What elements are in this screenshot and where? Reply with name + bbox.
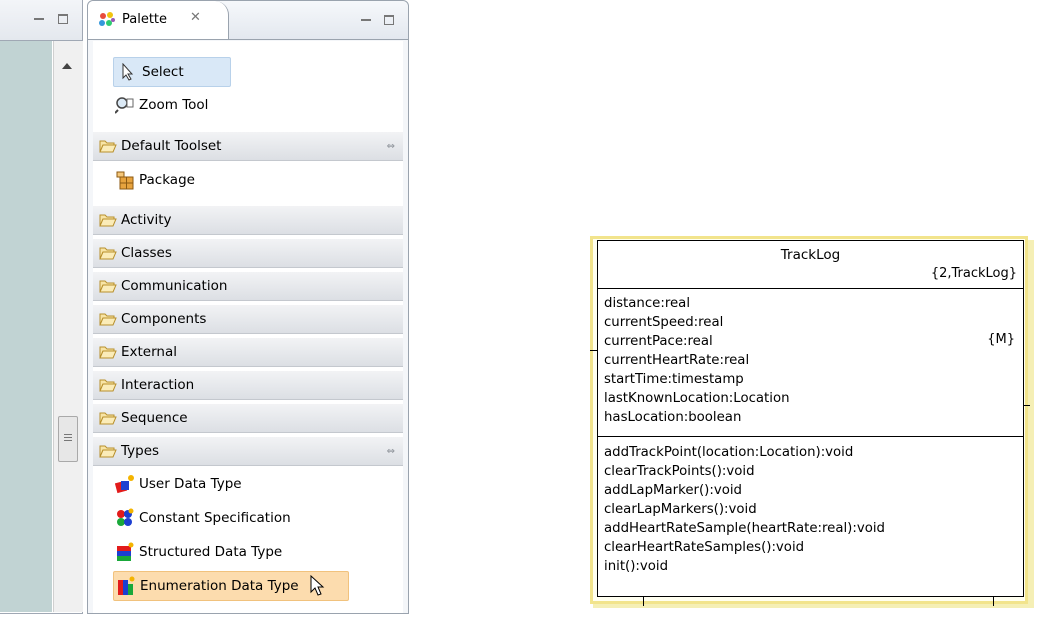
palette-view-header: Palette ✕ xyxy=(88,1,408,40)
folder-open-icon xyxy=(99,346,117,359)
drawer-label: Activity xyxy=(121,212,172,228)
drawer-label: Interaction xyxy=(121,377,195,393)
folder-open-icon xyxy=(99,247,117,260)
uml-operation: init():void xyxy=(604,559,669,574)
folder-open-icon xyxy=(99,280,117,293)
zoom-tool[interactable]: Zoom Tool xyxy=(115,90,208,120)
editor-tabbar xyxy=(0,0,82,41)
uml-operations: addTrackPoint(location:Location):void cl… xyxy=(604,443,885,576)
drawer-types[interactable]: Types ⇔ xyxy=(93,436,403,466)
drawer-external[interactable]: External xyxy=(93,337,403,367)
collapse-arrows-icon[interactable]: ⇔ xyxy=(387,446,395,457)
minimize-icon[interactable] xyxy=(34,18,44,22)
folder-open-icon xyxy=(99,313,117,326)
uml-divider xyxy=(598,436,1023,437)
collapse-arrows-icon[interactable]: ⇔ xyxy=(387,141,395,152)
drawer-classes[interactable]: Classes xyxy=(93,238,403,268)
drawer-label: Sequence xyxy=(121,410,188,426)
drawer-label: Types xyxy=(121,443,160,459)
drawer-label: Components xyxy=(121,311,207,327)
constant-specification-icon xyxy=(115,508,135,528)
folder-open-icon xyxy=(99,445,117,458)
enumeration-data-type-tool[interactable]: Enumeration Data Type xyxy=(113,571,349,601)
connector-stub xyxy=(993,597,994,606)
uml-operation: clearHeartRateSamples():void xyxy=(604,540,805,555)
uml-attribute-marker: {M} xyxy=(987,332,1015,347)
uml-operation: addLapMarker():void xyxy=(604,483,742,498)
uml-class-name: TrackLog xyxy=(780,247,841,263)
package-tool-label: Package xyxy=(139,172,195,188)
package-icon xyxy=(115,170,135,190)
uml-divider xyxy=(598,288,1023,289)
maximize-icon[interactable] xyxy=(58,14,68,24)
uml-attribute: startTime:timestamp xyxy=(604,372,744,387)
drawer-interaction[interactable]: Interaction xyxy=(93,370,403,400)
diagram-canvas[interactable] xyxy=(0,41,52,612)
structured-data-type-icon xyxy=(115,542,135,562)
uml-attributes: distance:real currentSpeed:real currentP… xyxy=(604,294,790,427)
constant-specification-tool[interactable]: Constant Specification xyxy=(115,503,291,533)
user-data-type-label: User Data Type xyxy=(139,476,242,492)
magnifier-icon xyxy=(115,95,135,115)
drawer-communication[interactable]: Communication xyxy=(93,271,403,301)
enumeration-data-type-icon xyxy=(116,576,136,596)
connector-stub xyxy=(590,350,598,351)
connector-stub xyxy=(1024,405,1030,406)
structured-data-type-tool[interactable]: Structured Data Type xyxy=(115,537,282,567)
uml-operation: addTrackPoint(location:Location):void xyxy=(604,445,854,460)
folder-open-icon xyxy=(99,140,117,153)
palette-tab[interactable]: Palette ✕ xyxy=(88,1,229,39)
close-tab-icon[interactable]: ✕ xyxy=(190,10,201,25)
drawer-sequence[interactable]: Sequence xyxy=(93,403,403,433)
enumeration-data-type-label: Enumeration Data Type xyxy=(140,578,299,594)
palette-icon xyxy=(99,12,115,26)
scrollbar-thumb[interactable] xyxy=(58,416,78,462)
structured-data-type-label: Structured Data Type xyxy=(139,544,283,560)
uml-class-key-letters: {2,TrackLog} xyxy=(930,266,1017,281)
drawer-components[interactable]: Components xyxy=(93,304,403,334)
palette-view: Palette ✕ Select Zoom Tool Default Tools… xyxy=(87,0,409,614)
drawer-label: Communication xyxy=(121,278,228,294)
select-tool-label: Select xyxy=(142,64,184,80)
folder-open-icon xyxy=(99,214,117,227)
zoom-tool-label: Zoom Tool xyxy=(139,97,209,113)
uml-attribute: lastKnownLocation:Location xyxy=(604,391,790,406)
drawer-activity[interactable]: Activity xyxy=(93,205,403,235)
user-data-type-icon xyxy=(115,474,135,494)
drawer-default-toolset[interactable]: Default Toolset ⇔ xyxy=(93,131,403,161)
vertical-scrollbar[interactable] xyxy=(53,41,83,612)
uml-operation: addHeartRateSample(heartRate:real):void xyxy=(604,521,885,536)
scroll-up-arrow-icon[interactable] xyxy=(62,63,72,69)
uml-attribute: currentSpeed:real xyxy=(604,315,724,330)
uml-attribute: hasLocation:boolean xyxy=(604,410,742,425)
folder-open-icon xyxy=(99,412,117,425)
connector-stub xyxy=(643,597,644,606)
uml-operation: clearLapMarkers():void xyxy=(604,502,757,517)
uml-attribute: currentHeartRate:real xyxy=(604,353,750,368)
user-data-type-tool[interactable]: User Data Type xyxy=(115,469,242,499)
palette-maximize-icon[interactable] xyxy=(384,15,394,25)
package-tool[interactable]: Package xyxy=(115,165,195,195)
drawer-label: External xyxy=(121,344,178,360)
uml-attribute: currentPace:real xyxy=(604,334,713,349)
select-tool[interactable]: Select xyxy=(113,57,231,87)
uml-class-tracklog[interactable]: TrackLog {2,TrackLog} distance:real curr… xyxy=(597,240,1024,597)
arrow-pointer-icon xyxy=(118,62,138,82)
constant-specification-label: Constant Specification xyxy=(139,510,291,526)
drawer-label: Classes xyxy=(121,245,172,261)
palette-tab-label: Palette xyxy=(122,12,168,27)
palette-body: Select Zoom Tool Default Toolset ⇔ Packa… xyxy=(93,41,403,613)
uml-operation: clearTrackPoints():void xyxy=(604,464,755,479)
palette-minimize-icon[interactable] xyxy=(361,19,371,23)
folder-open-icon xyxy=(99,379,117,392)
drawer-label: Default Toolset xyxy=(121,138,222,154)
uml-attribute: distance:real xyxy=(604,296,691,311)
mouse-cursor-icon xyxy=(310,575,324,596)
